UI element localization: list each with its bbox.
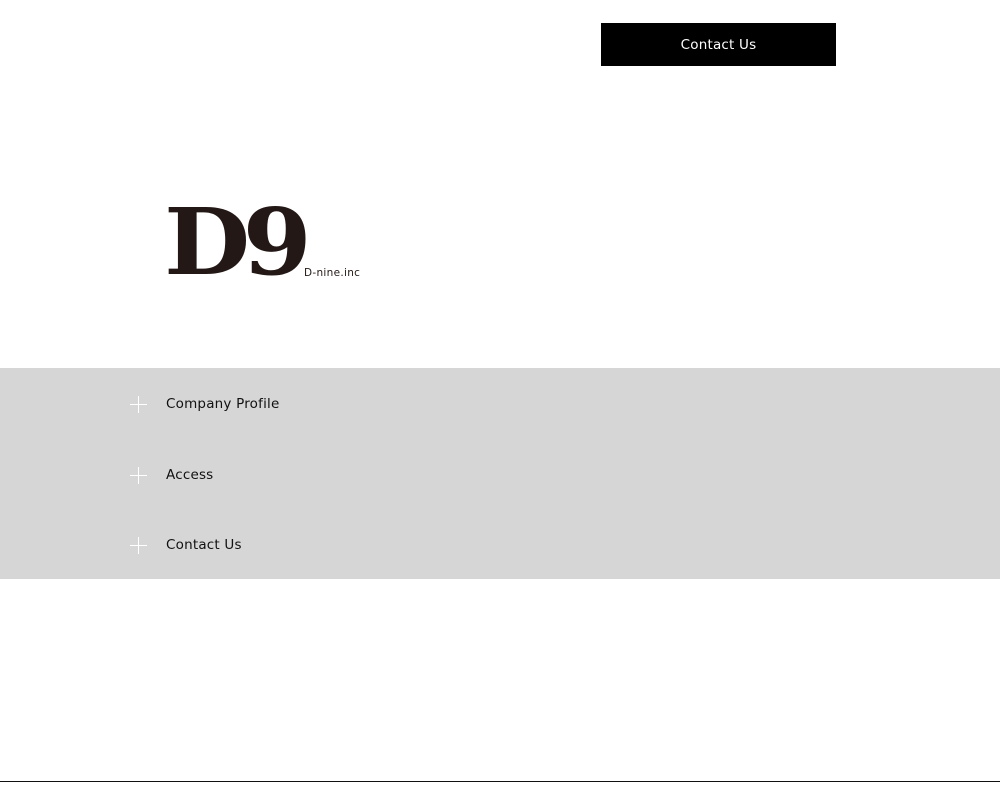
logo-mark: D9 — [164, 188, 312, 296]
menu-item-label: Access — [166, 467, 214, 483]
page: Contact Us D9 D-nine.inc Company Profile… — [0, 0, 1000, 800]
menu-item-label: Company Profile — [166, 396, 280, 412]
plus-icon — [130, 395, 147, 413]
menu-item-company-profile[interactable]: Company Profile — [130, 392, 280, 416]
contact-us-button[interactable]: Contact Us — [601, 23, 836, 66]
plus-icon — [130, 536, 147, 554]
logo-subtitle: D-nine.inc — [304, 267, 361, 279]
logo[interactable]: D9 D-nine.inc — [164, 188, 364, 296]
menu-item-contact-us[interactable]: Contact Us — [130, 533, 242, 557]
bottom-divider — [0, 781, 1000, 782]
plus-icon — [130, 466, 147, 484]
menu-item-label: Contact Us — [166, 537, 242, 553]
menu-item-access[interactable]: Access — [130, 463, 213, 487]
